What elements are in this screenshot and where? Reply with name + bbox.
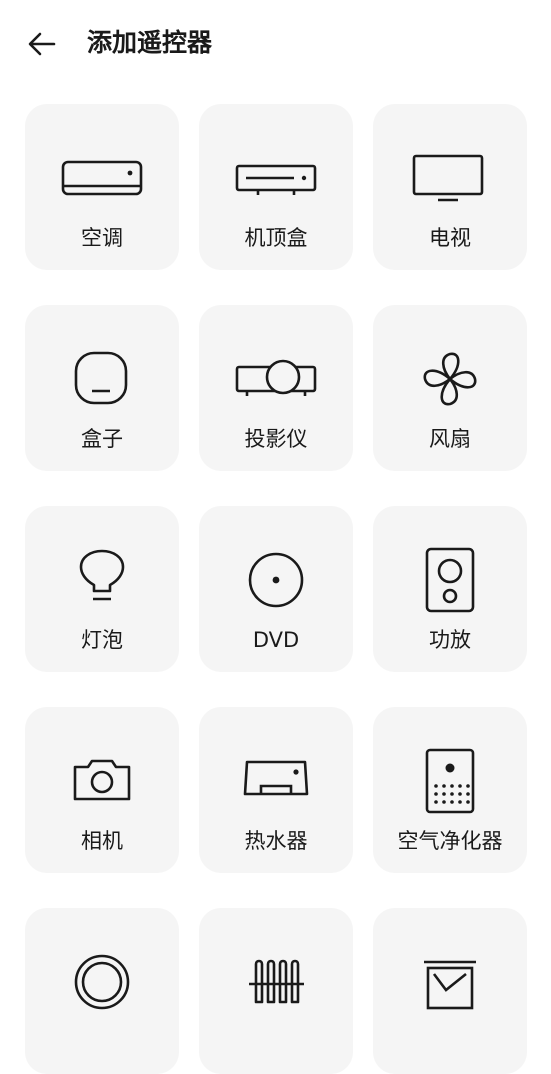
fan-icon (373, 343, 527, 415)
device-label: 盒子 (81, 427, 123, 451)
amplifier-icon (373, 544, 527, 616)
dvd-icon (199, 544, 353, 616)
device-tile-air-conditioner[interactable]: 空调 (25, 104, 179, 270)
projector-icon (199, 343, 353, 415)
back-button[interactable] (22, 24, 62, 64)
air-conditioner-icon (25, 142, 179, 214)
device-tile-bulb[interactable]: 灯泡 (25, 506, 179, 672)
page-title: 添加遥控器 (87, 28, 213, 57)
device-label: 热水器 (244, 829, 308, 853)
device-tile-projector[interactable]: 投影仪 (199, 305, 353, 471)
device-tile-water-heater[interactable]: 热水器 (199, 707, 353, 873)
device-label: 功放 (429, 628, 471, 652)
box-icon (25, 343, 179, 415)
ring-icon (25, 946, 179, 1018)
device-tile-frame[interactable] (373, 908, 527, 1074)
device-tile-dvd[interactable]: DVD (199, 506, 353, 672)
device-label: DVD (252, 628, 300, 652)
device-label: 风扇 (429, 427, 471, 451)
heater-icon (199, 946, 353, 1018)
device-tile-set-top-box[interactable]: 机顶盒 (199, 104, 353, 270)
camera-icon (25, 745, 179, 817)
device-label: 灯泡 (81, 628, 123, 652)
device-label: 电视 (429, 226, 471, 250)
device-label: 空调 (81, 226, 123, 250)
device-tile-tv[interactable]: 电视 (373, 104, 527, 270)
device-tile-air-purifier[interactable]: 空气净化器 (373, 707, 527, 873)
device-grid: 空调 机顶盒 电视 盒子 投影仪 风扇 灯泡 DVD 功放 相机 热水器 空气净… (25, 104, 527, 1074)
device-tile-camera[interactable]: 相机 (25, 707, 179, 873)
device-tile-fan[interactable]: 风扇 (373, 305, 527, 471)
bulb-icon (25, 544, 179, 616)
header-bar: 添加遥控器 (0, 0, 551, 88)
back-arrow-icon (28, 32, 56, 56)
device-label: 机顶盒 (244, 226, 308, 250)
device-label: 相机 (81, 829, 123, 853)
device-tile-box[interactable]: 盒子 (25, 305, 179, 471)
device-label: 空气净化器 (397, 829, 503, 853)
device-label: 投影仪 (244, 427, 308, 451)
device-tile-amplifier[interactable]: 功放 (373, 506, 527, 672)
tv-icon (373, 142, 527, 214)
air-purifier-icon (373, 745, 527, 817)
device-tile-heater[interactable] (199, 908, 353, 1074)
frame-icon (373, 946, 527, 1018)
device-tile-ring[interactable] (25, 908, 179, 1074)
set-top-box-icon (199, 142, 353, 214)
water-heater-icon (199, 745, 353, 817)
